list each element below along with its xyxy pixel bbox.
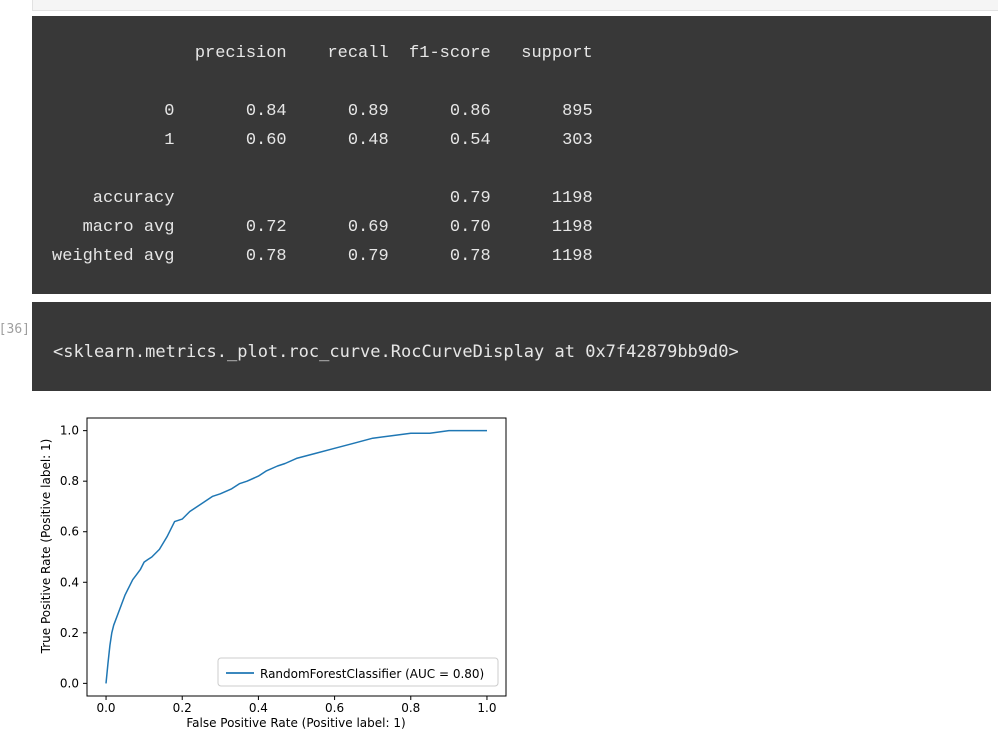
cell-prompt: In [36]: [0, 322, 30, 337]
x-tick-label: 0.4 [249, 701, 268, 715]
classification-report-output: precision recall f1-score support 0 0.84… [32, 16, 991, 294]
repr-text: <sklearn.metrics._plot.roc_curve.RocCurv… [53, 342, 739, 362]
legend-label: RandomForestClassifier (AUC = 0.80) [260, 667, 484, 681]
x-tick-label: 0.0 [96, 701, 115, 715]
x-tick-label: 0.8 [401, 701, 420, 715]
y-tick-label: 0.6 [60, 525, 79, 539]
chart-legend: RandomForestClassifier (AUC = 0.80) [217, 657, 499, 687]
roc-curve-chart: 0.0 0.2 0.4 0.6 0.8 1.0 0.0 0.2 0.4 0.6 0.8 1.0 Fal… [39, 417, 507, 729]
x-tick-label: 0.6 [325, 701, 344, 715]
x-axis-label: False Positive Rate (Positive label: 1) [186, 716, 405, 729]
previous-cell-edge [32, 0, 998, 11]
report-header: precision recall f1-score support [52, 44, 593, 63]
report-row-class-0: 0 0.84 0.89 0.86 895 [52, 102, 593, 121]
report-row-macro-avg: macro avg 0.72 0.69 0.70 1198 [52, 218, 593, 237]
y-tick-label: 0.2 [60, 626, 79, 640]
x-tick-label: 1.0 [477, 701, 496, 715]
report-row-weighted-avg: weighted avg 0.78 0.79 0.78 1198 [52, 247, 593, 266]
plot-frame [86, 417, 507, 697]
report-row-class-1: 1 0.60 0.48 0.54 303 [52, 131, 593, 150]
y-axis-label: True Positive Rate (Positive label: 1) [39, 439, 53, 655]
classification-report: precision recall f1-score support 0 0.84… [52, 39, 593, 271]
roc-curve-line [105, 429, 487, 684]
y-tick-label: 0.8 [60, 474, 79, 488]
y-tick-label: 1.0 [60, 424, 79, 438]
x-tick-label: 0.2 [173, 701, 192, 715]
repr-output: <sklearn.metrics._plot.roc_curve.RocCurv… [32, 302, 991, 391]
y-tick-label: 0.0 [60, 676, 79, 690]
y-tick-label: 0.4 [60, 575, 79, 589]
report-row-accuracy: accuracy 0.79 1198 [52, 189, 593, 208]
